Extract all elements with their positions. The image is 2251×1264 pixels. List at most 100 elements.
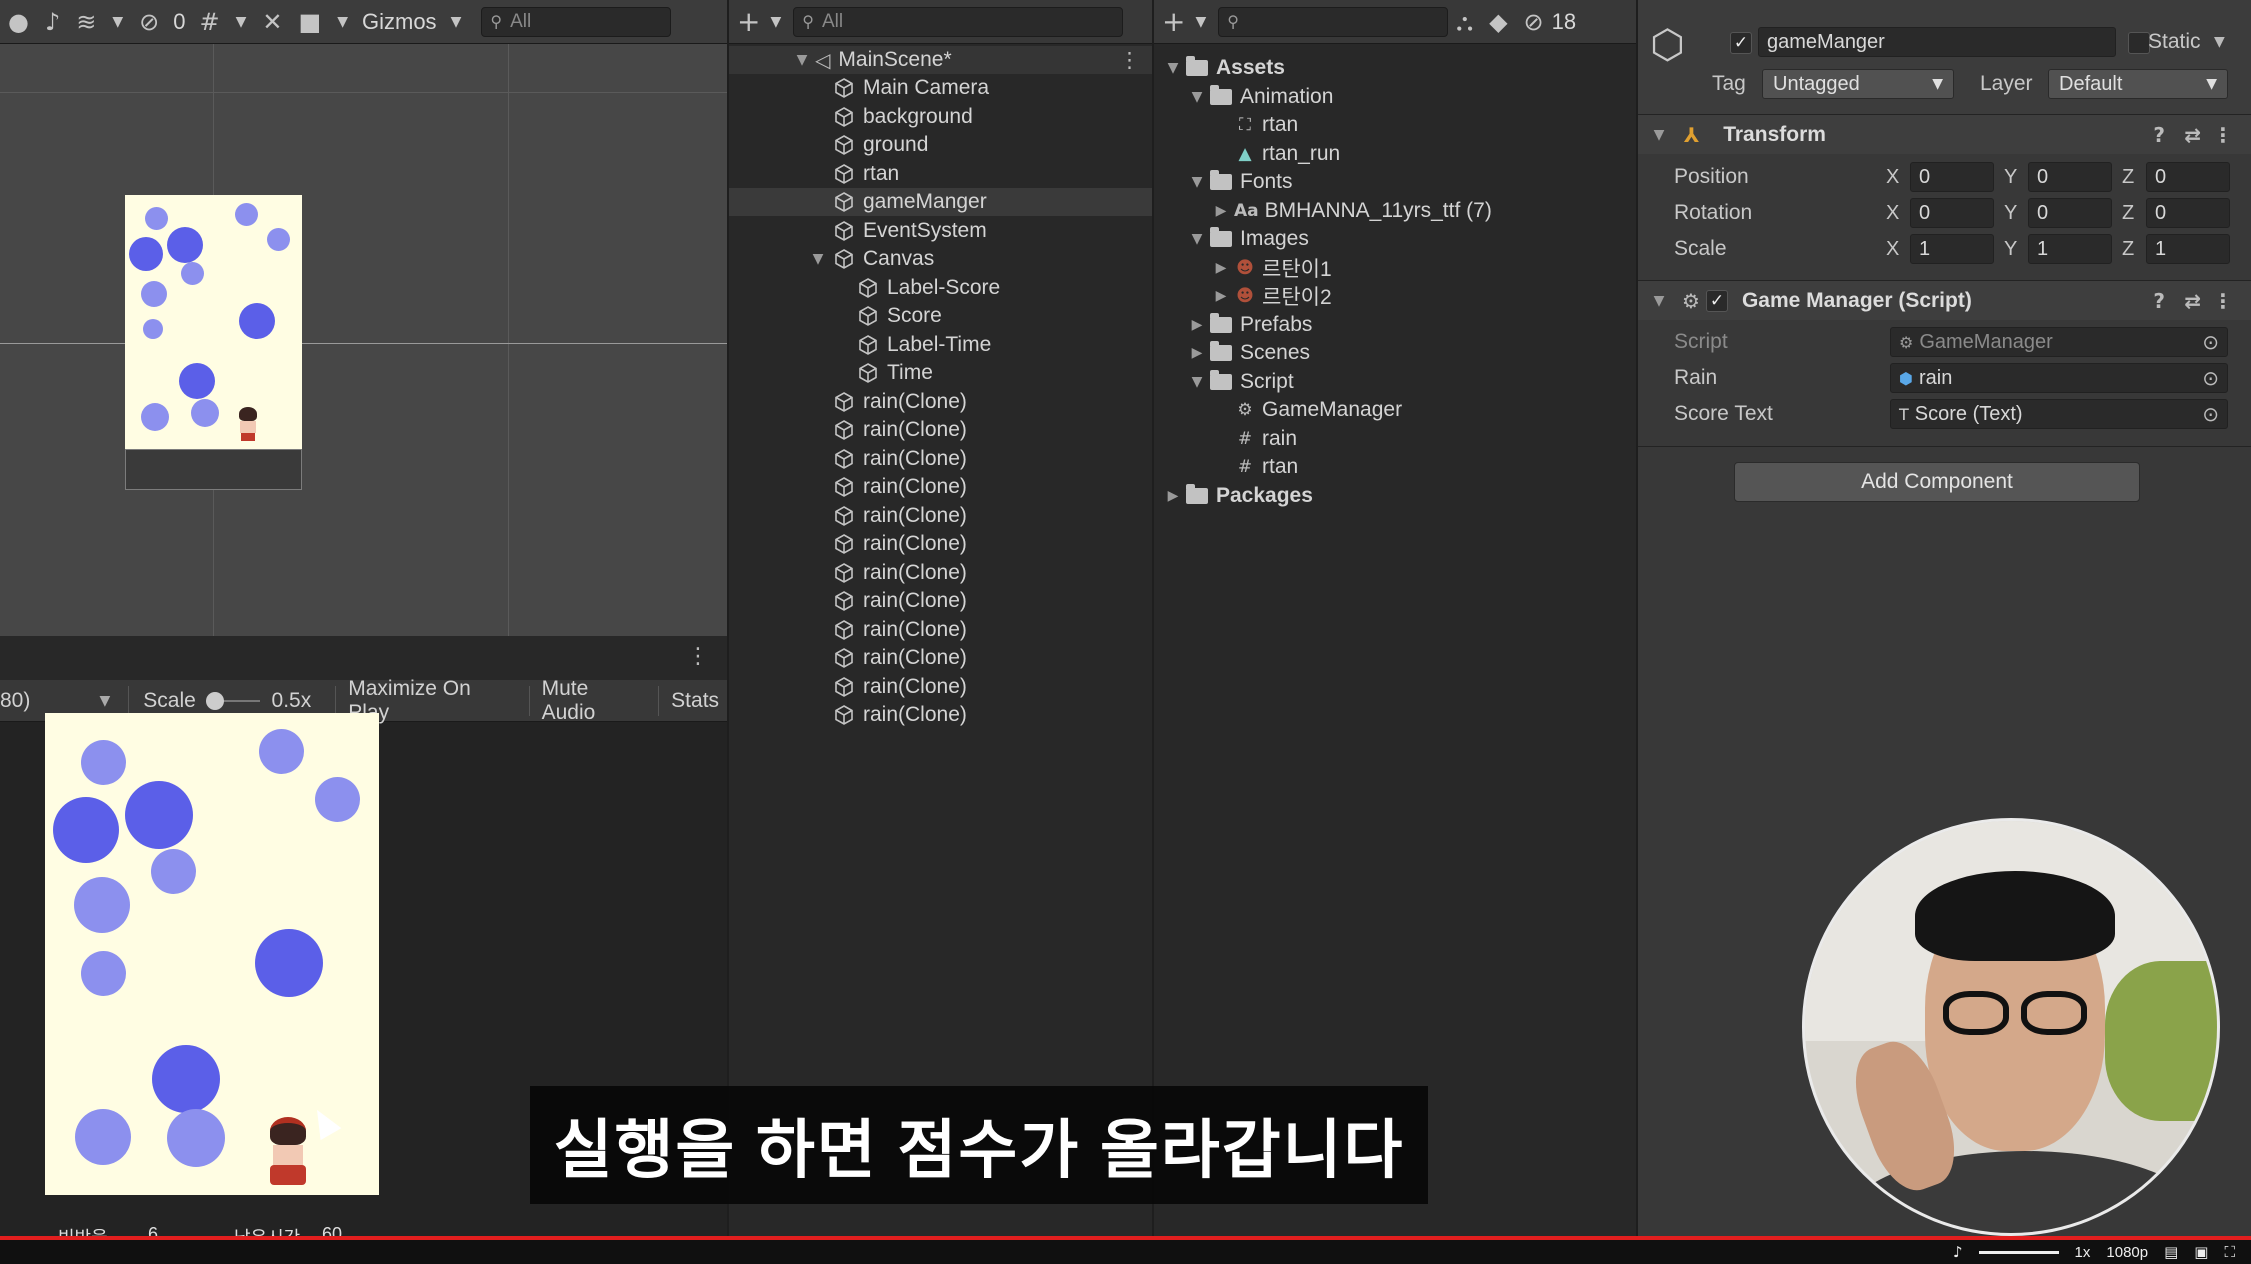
tag-dropdown[interactable]: Untagged ▼ bbox=[1762, 69, 1954, 99]
hierarchy-item[interactable]: gameManger bbox=[729, 188, 1152, 216]
filter-by-type-icon[interactable]: ⛬ bbox=[1448, 0, 1481, 44]
transform-y-input[interactable]: 0 bbox=[2028, 162, 2112, 192]
project-item[interactable]: ▶ ☻ 르탄이1 bbox=[1212, 254, 1332, 282]
hierarchy-search-input[interactable]: ⚲ All bbox=[793, 6, 1124, 37]
active-checkbox[interactable]: ✓ bbox=[1730, 32, 1752, 54]
hierarchy-item[interactable]: rain(Clone) bbox=[729, 416, 1152, 444]
more-options-icon[interactable]: ⋮ bbox=[2213, 123, 2233, 147]
grid-icon[interactable]: # bbox=[192, 0, 228, 44]
scene-search-input[interactable]: ⚲ All bbox=[481, 6, 672, 37]
transform-y-input[interactable]: 0 bbox=[2028, 198, 2112, 228]
layer-dropdown[interactable]: Default ▼ bbox=[2048, 69, 2228, 99]
chevron-down-icon[interactable]: ▼ bbox=[329, 0, 356, 44]
scene-root[interactable]: ▼ ◁ MainScene* ⋮ bbox=[729, 46, 1152, 74]
axis-x-label[interactable]: X bbox=[1886, 196, 1910, 230]
quality-label[interactable]: 1080p bbox=[2106, 1244, 2148, 1261]
hierarchy-item[interactable]: rain(Clone) bbox=[729, 388, 1152, 416]
chevron-down-icon[interactable]: ▼ bbox=[768, 0, 783, 44]
preset-icon[interactable]: ⇄ bbox=[2184, 123, 2201, 147]
chevron-down-icon[interactable]: ▼ bbox=[809, 251, 827, 267]
project-item[interactable]: # rain bbox=[1212, 425, 1297, 453]
tools-icon[interactable]: ✕ bbox=[254, 0, 290, 44]
add-icon[interactable]: + bbox=[729, 0, 768, 44]
hierarchy-item[interactable]: rain(Clone) bbox=[729, 644, 1152, 672]
hierarchy-item[interactable]: Time bbox=[729, 359, 1152, 387]
gizmos-button[interactable]: Gizmos bbox=[356, 9, 443, 35]
hierarchy-item[interactable]: Label-Time bbox=[729, 331, 1152, 359]
hierarchy-item[interactable]: ground bbox=[729, 131, 1152, 159]
project-item[interactable]: ▶ ☻ 르탄이2 bbox=[1212, 282, 1332, 310]
chevron-down-icon[interactable]: ▼ bbox=[104, 0, 131, 44]
object-picker-icon[interactable]: ⊙ bbox=[2202, 330, 2219, 354]
chevron-down-icon[interactable]: ▼ bbox=[1164, 60, 1182, 76]
more-options-icon[interactable]: ⋮ bbox=[1119, 48, 1140, 72]
axis-y-label[interactable]: Y bbox=[2004, 196, 2028, 230]
component-enabled-checkbox[interactable]: ✓ bbox=[1705, 289, 1728, 312]
transform-z-input[interactable]: 0 bbox=[2146, 162, 2230, 192]
hierarchy-item[interactable]: rain(Clone) bbox=[729, 530, 1152, 558]
help-icon[interactable]: ? bbox=[2153, 123, 2165, 147]
chevron-down-icon[interactable]: ▼ bbox=[2214, 34, 2225, 50]
axis-z-label[interactable]: Z bbox=[2122, 232, 2146, 266]
chevron-down-icon[interactable]: ▼ bbox=[1188, 231, 1206, 247]
hidden-objects-icon[interactable]: ⊘ bbox=[131, 0, 167, 44]
hierarchy-item[interactable]: rain(Clone) bbox=[729, 445, 1152, 473]
project-item[interactable]: ▼ Animation bbox=[1188, 83, 1333, 111]
chevron-right-icon[interactable]: ▶ bbox=[1188, 345, 1206, 361]
hierarchy-item[interactable]: rain(Clone) bbox=[729, 701, 1152, 729]
object-picker-icon[interactable]: ⊙ bbox=[2202, 402, 2219, 426]
volume-slider[interactable] bbox=[1978, 1250, 2059, 1254]
axis-z-label[interactable]: Z bbox=[2122, 160, 2146, 194]
axis-x-label[interactable]: X bbox=[1886, 232, 1910, 266]
volume-icon[interactable]: ♪ bbox=[1953, 1243, 1963, 1261]
stats-button[interactable]: Stats bbox=[663, 689, 727, 713]
project-item[interactable]: ▼ Images bbox=[1188, 225, 1309, 253]
hierarchy-item[interactable]: Score bbox=[729, 302, 1152, 330]
chevron-down-icon[interactable]: ▼ bbox=[1188, 89, 1206, 105]
project-item[interactable]: # rtan bbox=[1212, 453, 1298, 481]
hierarchy-item[interactable]: ▼ Canvas bbox=[729, 245, 1152, 273]
chevron-right-icon[interactable]: ▶ bbox=[1212, 288, 1230, 304]
camera-icon[interactable]: ■ bbox=[291, 0, 330, 44]
hierarchy-item[interactable]: Main Camera bbox=[729, 74, 1152, 102]
project-item[interactable]: ⚙ GameManager bbox=[1212, 396, 1402, 424]
transform-x-input[interactable]: 0 bbox=[1910, 198, 1994, 228]
object-field[interactable]: T Score (Text) ⊙ bbox=[1890, 399, 2228, 429]
project-item[interactable]: ▼ Assets bbox=[1164, 54, 1285, 82]
lightbulb-icon[interactable]: ● bbox=[0, 0, 37, 44]
transform-x-input[interactable]: 0 bbox=[1910, 162, 1994, 192]
transform-z-input[interactable]: 1 bbox=[2146, 234, 2230, 264]
hidden-packages-icon[interactable]: ⊘ bbox=[1516, 0, 1552, 44]
hierarchy-item[interactable]: Label-Score bbox=[729, 274, 1152, 302]
hierarchy-item[interactable]: rain(Clone) bbox=[729, 673, 1152, 701]
chevron-down-icon[interactable]: ▼ bbox=[228, 0, 255, 44]
add-icon[interactable]: + bbox=[1154, 0, 1193, 44]
project-item[interactable]: ▲ rtan_run bbox=[1212, 140, 1340, 168]
scale-slider[interactable] bbox=[205, 691, 260, 711]
object-name-input[interactable]: gameManger bbox=[1758, 27, 2116, 57]
more-options-icon[interactable]: ⋮ bbox=[2213, 289, 2233, 313]
hierarchy-item[interactable]: EventSystem bbox=[729, 217, 1152, 245]
chevron-down-icon[interactable]: ▼ bbox=[793, 52, 811, 68]
audio-icon[interactable]: ♪ bbox=[37, 0, 68, 44]
object-picker-icon[interactable]: ⊙ bbox=[2202, 366, 2219, 390]
chevron-down-icon[interactable]: ▼ bbox=[100, 693, 111, 709]
hierarchy-item[interactable]: rain(Clone) bbox=[729, 502, 1152, 530]
transform-y-input[interactable]: 1 bbox=[2028, 234, 2112, 264]
object-field[interactable]: ⬢ rain ⊙ bbox=[1890, 363, 2228, 393]
playback-speed[interactable]: 1x bbox=[2075, 1244, 2091, 1261]
chevron-right-icon[interactable]: ▶ bbox=[1212, 203, 1230, 219]
effects-icon[interactable]: ≋ bbox=[68, 0, 104, 44]
project-item[interactable]: ▶ Scenes bbox=[1188, 339, 1310, 367]
project-item[interactable]: ▼ Script bbox=[1188, 368, 1294, 396]
chevron-down-icon[interactable]: ▼ bbox=[1188, 374, 1206, 390]
transform-z-input[interactable]: 0 bbox=[2146, 198, 2230, 228]
hierarchy-item[interactable]: rain(Clone) bbox=[729, 616, 1152, 644]
chevron-right-icon[interactable]: ▶ bbox=[1188, 317, 1206, 333]
axis-x-label[interactable]: X bbox=[1886, 160, 1910, 194]
hierarchy-item[interactable]: rain(Clone) bbox=[729, 587, 1152, 615]
project-search-input[interactable]: ⚲ bbox=[1218, 6, 1449, 37]
preset-icon[interactable]: ⇄ bbox=[2184, 289, 2201, 313]
resolution-dropdown[interactable]: 80) bbox=[0, 689, 100, 713]
chevron-right-icon[interactable]: ▶ bbox=[1212, 260, 1230, 276]
